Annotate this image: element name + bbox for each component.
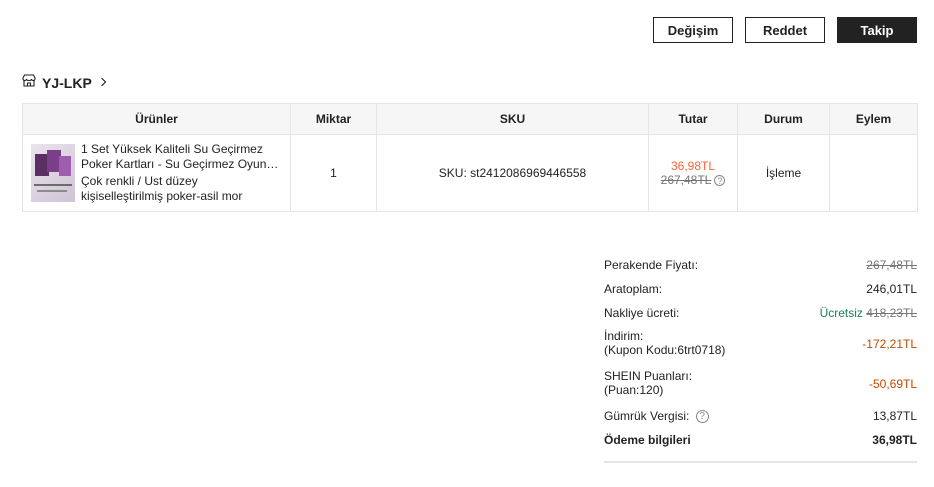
action-cell	[829, 134, 918, 212]
product-image[interactable]	[31, 144, 75, 202]
header-quantity: Miktar	[290, 103, 377, 135]
store-link[interactable]: YJ-LKP	[22, 73, 107, 93]
status-value: İşleme	[737, 134, 830, 212]
customs-help-icon[interactable]: ?	[695, 410, 709, 424]
discount-label: İndirim:	[604, 329, 644, 343]
header-action: Eylem	[829, 103, 918, 135]
product-title[interactable]: 1 Set Yüksek Kaliteli Su Geçirmez Poker …	[81, 142, 281, 172]
sale-price: 36,98TL	[670, 159, 716, 173]
shipping-original: 418,23TL	[866, 306, 917, 320]
discount-value: -172,21TL	[862, 337, 917, 351]
discount-coupon: (Kupon Kodu:6trt0718)	[604, 343, 726, 357]
sku-value: SKU: st2412086969446558	[376, 134, 649, 212]
amount-cell: 36,98TL 267,48TL?	[648, 134, 738, 212]
points-value: -50,69TL	[868, 377, 917, 391]
subtotal-value: 246,01TL	[866, 282, 917, 296]
retail-price-value: 267,48TL	[866, 258, 917, 272]
header-products: Ürünler	[22, 103, 291, 135]
shipping-free: Ücretsiz	[819, 306, 863, 320]
retail-price-label: Perakende Fiyatı:	[604, 258, 699, 272]
store-name: YJ-LKP	[42, 75, 92, 91]
header-amount: Tutar	[648, 103, 738, 135]
exchange-button[interactable]: Değişim	[653, 17, 733, 43]
subtotal-label: Aratoplam:	[604, 282, 663, 296]
points-count: (Puan:120)	[604, 383, 664, 397]
help-icon[interactable]: ?	[714, 175, 726, 187]
table-row: 1 Set Yüksek Kaliteli Su Geçirmez Poker …	[22, 134, 918, 212]
quantity-value: 1	[290, 134, 377, 212]
order-items-table: Ürünler Miktar SKU Tutar Durum Eylem 1 S…	[22, 103, 918, 212]
track-button[interactable]: Takip	[837, 17, 917, 43]
customs-value: 13,87TL	[872, 409, 917, 423]
reject-button[interactable]: Reddet	[745, 17, 825, 43]
header-sku: SKU	[376, 103, 649, 135]
shipping-label: Nakliye ücreti:	[604, 306, 680, 320]
product-variant: Çok renkli / Ust düzey kişiselleştirilmi…	[81, 174, 243, 203]
store-icon	[22, 74, 36, 92]
payment-value: 36,98TL	[872, 433, 917, 447]
payment-label: Ödeme bilgileri	[604, 433, 691, 447]
customs-label: Gümrük Vergisi:	[604, 409, 690, 423]
points-label: SHEIN Puanları:	[604, 369, 693, 383]
product-cell[interactable]: 1 Set Yüksek Kaliteli Su Geçirmez Poker …	[23, 142, 290, 204]
divider	[604, 461, 917, 463]
chevron-right-icon	[100, 74, 107, 92]
order-summary: Perakende Fiyatı: 267,48TL Aratoplam: 24…	[604, 258, 917, 463]
header-status: Durum	[737, 103, 830, 135]
original-price: 267,48TL	[660, 173, 712, 187]
